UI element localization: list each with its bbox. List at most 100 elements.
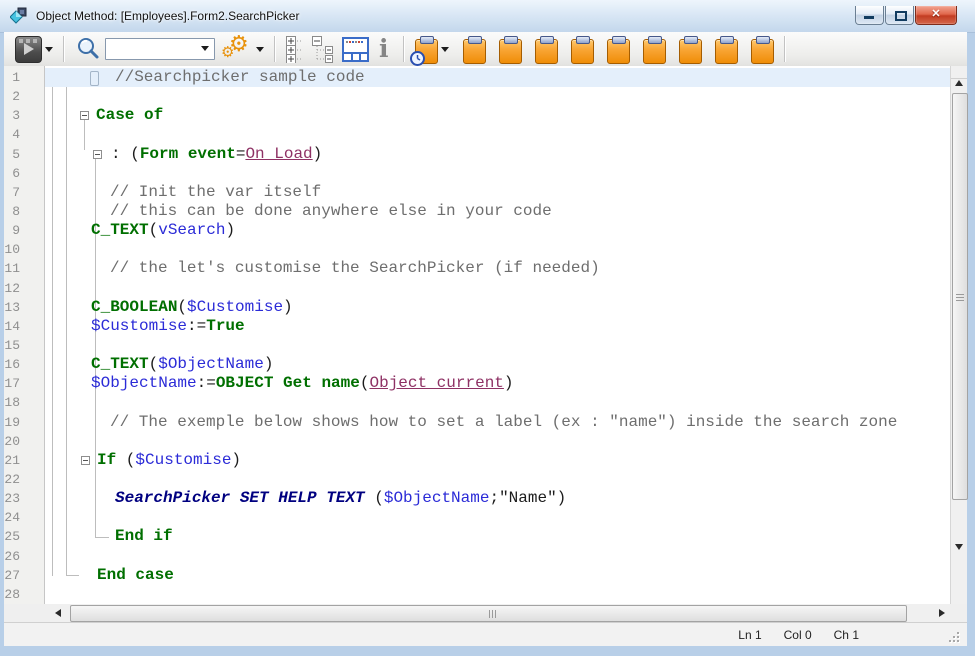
clock-icon	[410, 51, 425, 66]
code-line-4[interactable]	[45, 125, 950, 144]
information-button[interactable]: i	[372, 34, 396, 64]
clipboard-4-button[interactable]	[568, 34, 597, 64]
line-number: 6	[4, 164, 44, 183]
line-number: 2	[4, 87, 44, 106]
status-column: Col 0	[784, 628, 812, 642]
clipboard-6-button[interactable]	[640, 34, 669, 64]
fold-collapse-icon[interactable]	[80, 111, 89, 120]
code-line-14[interactable]: $Customise:=True	[45, 317, 950, 336]
run-method-icon	[15, 36, 42, 63]
code-line-17[interactable]: $ObjectName:=OBJECT Get name(Object curr…	[45, 374, 950, 393]
clipboard-9-button[interactable]	[748, 34, 777, 64]
code-line-24[interactable]	[45, 508, 950, 527]
clipboard-history-button[interactable]	[412, 34, 452, 64]
code-line-1[interactable]: //Searchpicker sample code	[45, 68, 950, 87]
code-line-2[interactable]	[45, 87, 950, 106]
line-number: 10	[4, 240, 44, 259]
code-text: C_TEXT(vSearch)	[91, 221, 235, 240]
code-line-18[interactable]	[45, 393, 950, 412]
code-line-7[interactable]: // Init the var itself	[45, 183, 950, 202]
split-box[interactable]	[951, 66, 967, 79]
clipboard-dropdown-arrow-icon[interactable]	[441, 47, 449, 52]
gutter: 1234567891011121314151617181920212223242…	[4, 66, 45, 604]
code-line-20[interactable]	[45, 432, 950, 451]
clipboard-2-button[interactable]	[496, 34, 525, 64]
clipboard-3-button[interactable]	[532, 34, 561, 64]
code-line-6[interactable]	[45, 164, 950, 183]
scroll-left-button[interactable]	[50, 604, 67, 622]
code-area[interactable]: //Searchpicker sample code Case of : (Form…	[45, 66, 950, 604]
code-line-26[interactable]	[45, 547, 950, 566]
clipboard-history-icon	[415, 39, 438, 64]
code-line-25[interactable]: End if	[45, 527, 950, 546]
expand-all-button[interactable]	[283, 34, 309, 64]
code-line-8[interactable]: // this can be done anywhere else in you…	[45, 202, 950, 221]
horizontal-scroll-thumb[interactable]	[70, 605, 907, 622]
line-number: 23	[4, 489, 44, 508]
horizontal-scrollbar[interactable]	[4, 604, 967, 622]
code-line-11[interactable]: // the let's customise the SearchPicker …	[45, 259, 950, 278]
clipboard-icon	[715, 39, 738, 64]
run-dropdown-arrow-icon[interactable]	[45, 47, 53, 52]
code-text: $ObjectName:=OBJECT Get name(Object curr…	[91, 374, 514, 393]
close-button[interactable]: ✕	[915, 6, 957, 25]
scroll-down-icon[interactable]	[955, 544, 963, 550]
code-line-16[interactable]: C_TEXT($ObjectName)	[45, 355, 950, 374]
code-line-15[interactable]	[45, 336, 950, 355]
line-number: 22	[4, 470, 44, 489]
title-bar: Object Method: [Employees].Form2.SearchP…	[0, 0, 975, 33]
code-line-22[interactable]	[45, 470, 950, 489]
maximize-button[interactable]	[885, 6, 914, 25]
resize-grip[interactable]	[949, 632, 959, 642]
vertical-scrollbar[interactable]	[950, 66, 967, 604]
code-text: // The exemple below shows how to set a …	[110, 413, 897, 432]
code-text: SearchPicker SET HELP TEXT ($ObjectName;…	[115, 489, 566, 508]
macros-button[interactable]: ⚙⚙	[218, 34, 267, 64]
form-preview-button[interactable]	[339, 34, 372, 64]
clipboard-buttons	[460, 34, 777, 64]
line-number: 11	[4, 259, 44, 278]
code-text: End case	[97, 566, 174, 585]
line-number: 20	[4, 432, 44, 451]
code-line-13[interactable]: C_BOOLEAN($Customise)	[45, 298, 950, 317]
horizontal-scroll-track[interactable]	[67, 604, 933, 622]
clipboard-1-button[interactable]	[460, 34, 489, 64]
code-line-10[interactable]	[45, 240, 950, 259]
code-line-5[interactable]: : (Form event=On Load)	[45, 145, 950, 164]
fold-collapse-icon[interactable]	[93, 150, 102, 159]
line-number: 13	[4, 298, 44, 317]
code-text: // this can be done anywhere else in you…	[110, 202, 552, 221]
code-line-19[interactable]: // The exemple below shows how to set a …	[45, 413, 950, 432]
scroll-up-icon[interactable]	[955, 80, 963, 86]
code-line-28[interactable]	[45, 585, 950, 604]
code-line-21[interactable]: If ($Customise)	[45, 451, 950, 470]
gears-macros-icon: ⚙⚙	[221, 35, 253, 63]
code-line-27[interactable]: End case	[45, 566, 950, 585]
fold-collapse-icon[interactable]	[81, 456, 90, 465]
search-input[interactable]	[105, 38, 215, 60]
status-line: Ln 1	[738, 628, 761, 642]
code-line-3[interactable]: Case of	[45, 106, 950, 125]
code-line-9[interactable]: C_TEXT(vSearch)	[45, 221, 950, 240]
clipboard-7-button[interactable]	[676, 34, 705, 64]
line-number: 4	[4, 125, 44, 144]
minimize-button[interactable]	[855, 6, 884, 25]
clipboard-icon	[643, 39, 666, 64]
run-method-button[interactable]	[12, 34, 56, 64]
line-number: 28	[4, 585, 44, 604]
clipboard-icon	[535, 39, 558, 64]
clipboard-5-button[interactable]	[604, 34, 633, 64]
scroll-right-button[interactable]	[933, 604, 950, 622]
line-number: 14	[4, 317, 44, 336]
code-text: If ($Customise)	[97, 451, 241, 470]
collapse-all-button[interactable]	[309, 34, 339, 64]
collapse-all-icon	[312, 35, 336, 63]
code-line-23[interactable]: SearchPicker SET HELP TEXT ($ObjectName;…	[45, 489, 950, 508]
code-line-12[interactable]	[45, 279, 950, 298]
clipboard-8-button[interactable]	[712, 34, 741, 64]
macros-dropdown-arrow-icon[interactable]	[256, 47, 264, 52]
toolbar-separator	[403, 36, 405, 62]
scroll-left-icon	[55, 609, 61, 617]
line-number: 26	[4, 547, 44, 566]
vertical-scroll-thumb[interactable]	[952, 93, 968, 500]
